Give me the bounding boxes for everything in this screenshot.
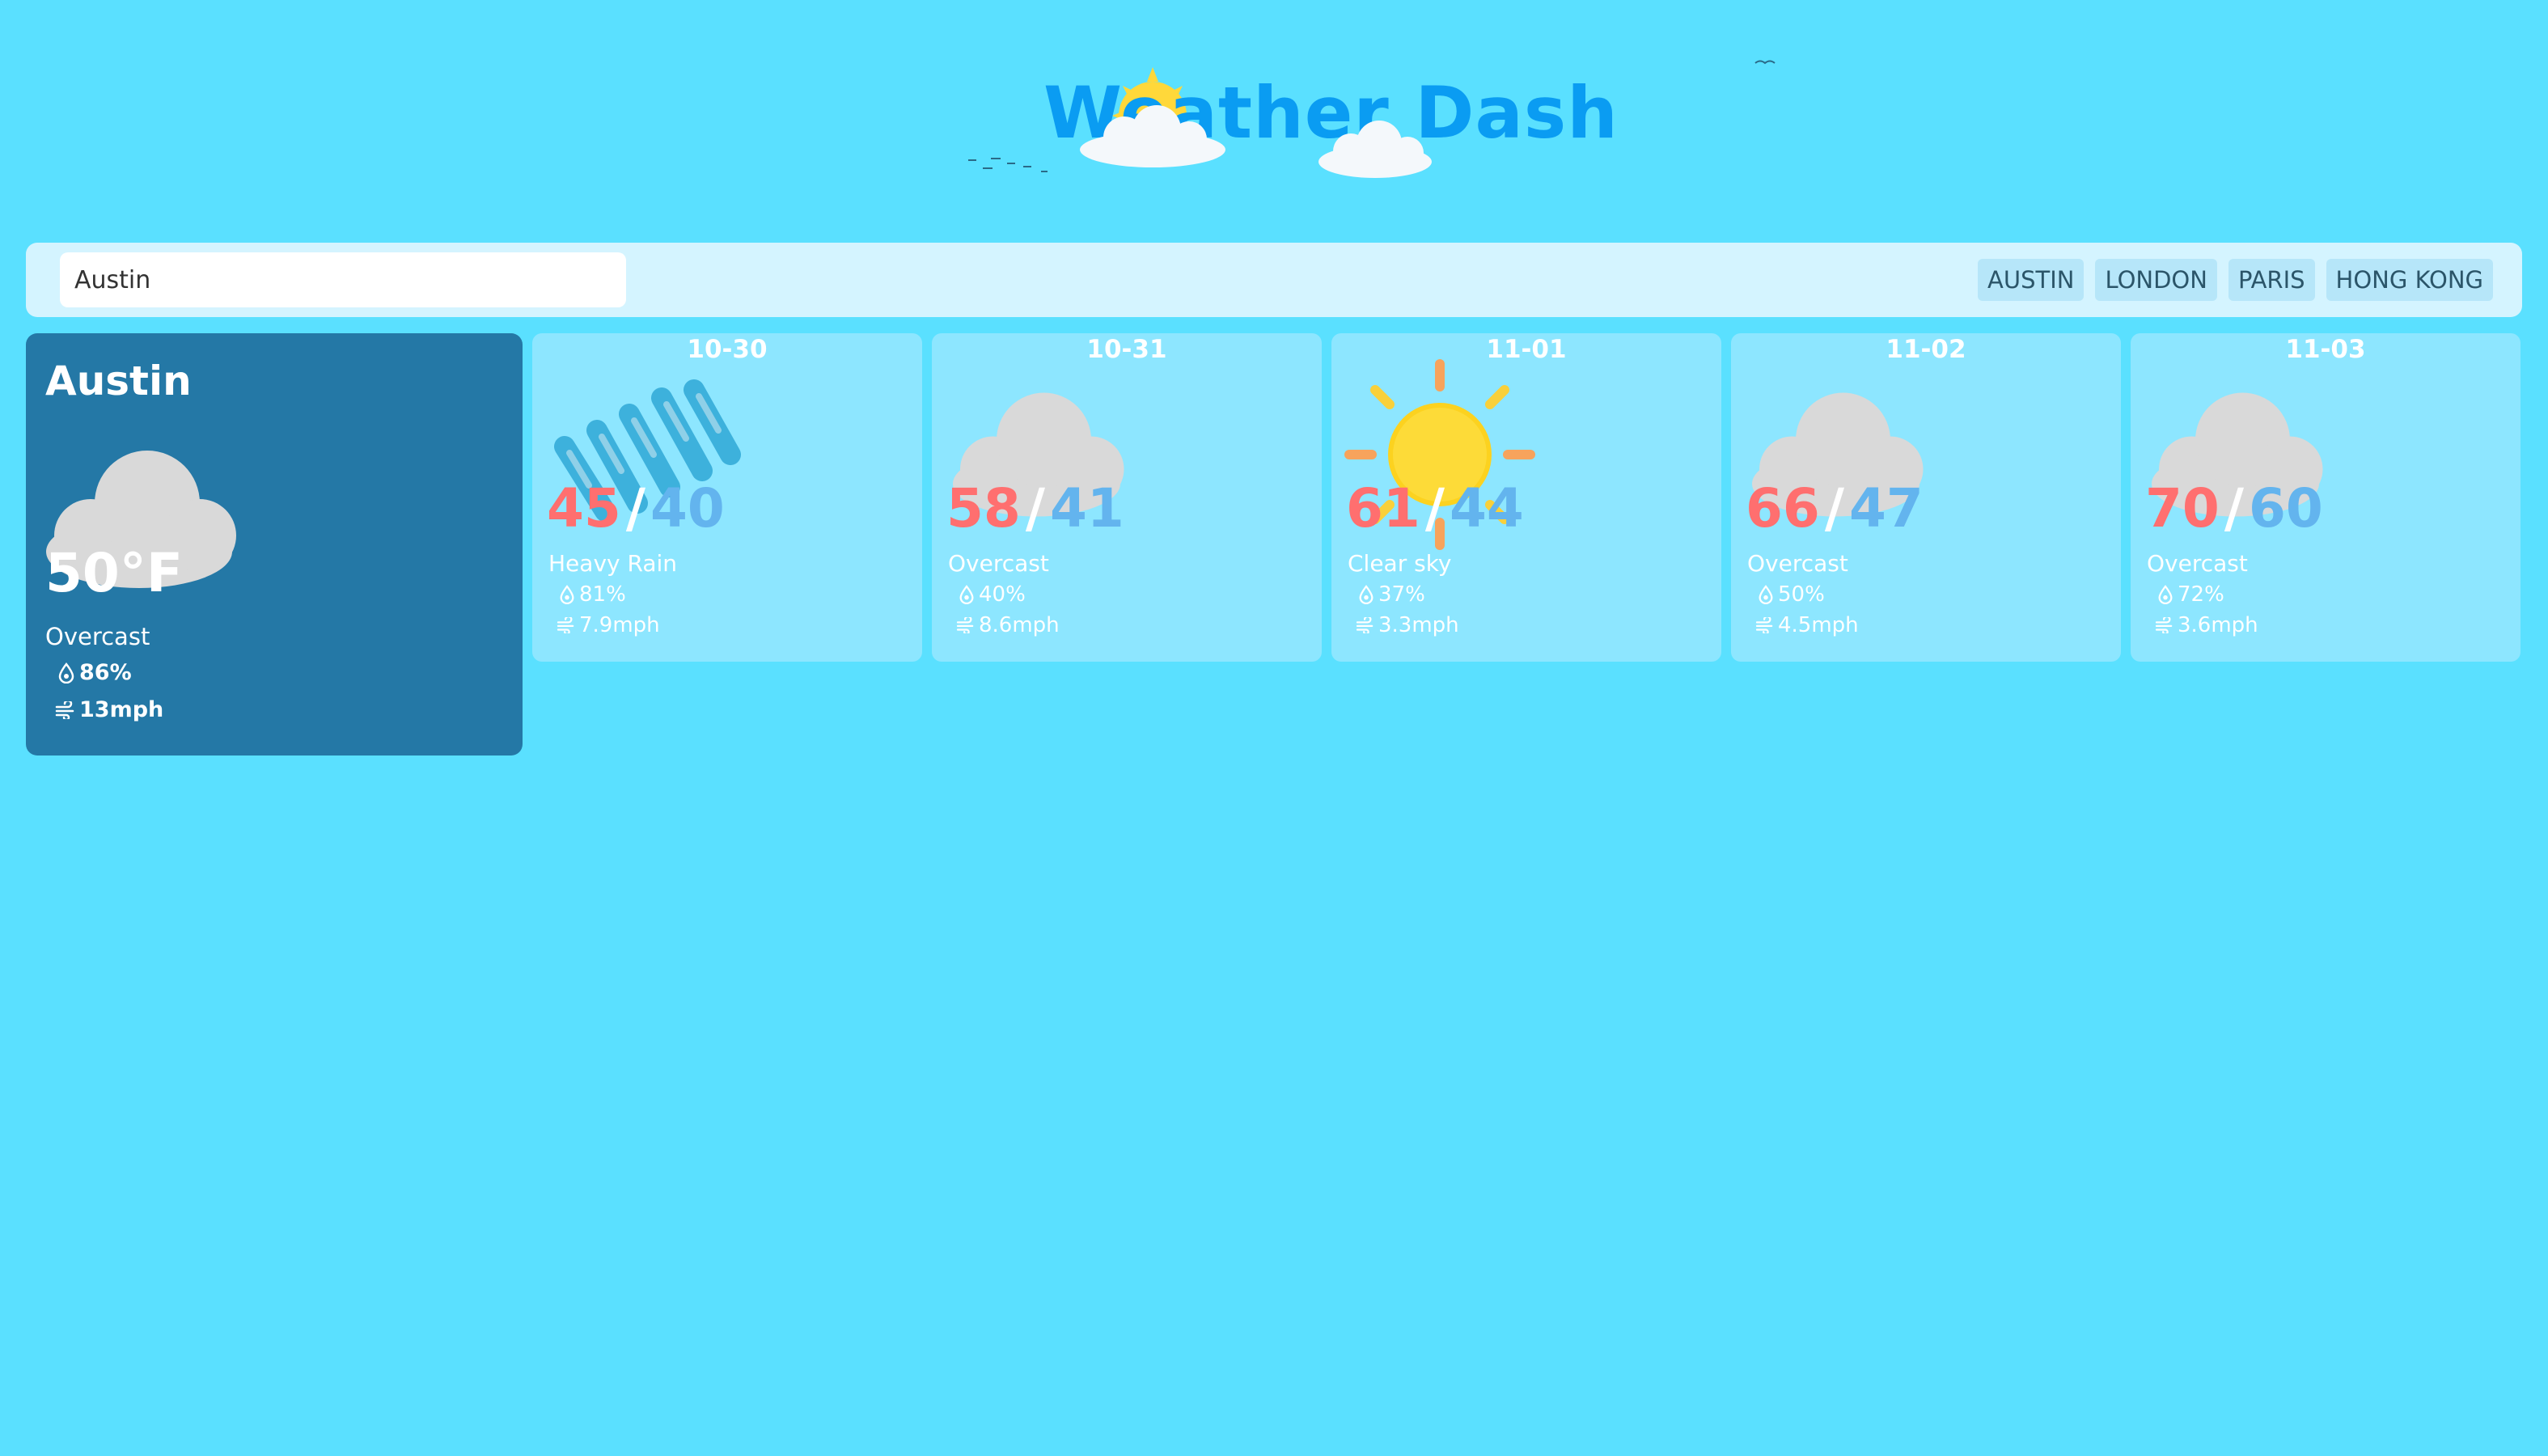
forecast-wind-value: 4.5mph [1778,613,1859,637]
current-wind: 13mph [55,697,163,722]
forecast-humidity-value: 50% [1778,582,1825,607]
current-city-name: Austin [45,358,192,404]
current-temperature: 50°F [45,542,183,604]
forecast-temperatures: 58/41 [946,477,1124,540]
forecast-temperatures: 45/40 [547,477,725,540]
current-weather-card: Austin 50°F Overcast 86% 13mph [26,333,523,756]
forecast-temperatures: 66/47 [1746,477,1924,540]
forecast-date: 10-30 [687,335,768,364]
forecast-humidity-value: 81% [579,582,626,607]
forecast-wind: 3.3mph [1356,613,1459,637]
forecast-humidity: 37% [1357,582,1425,607]
wind-icon [1356,617,1373,633]
forecast-low-temp: 47 [1848,477,1924,540]
forecast-humidity: 81% [558,582,626,607]
forecast-low-temp: 60 [2248,477,2323,540]
forecast-wind-value: 7.9mph [579,613,660,637]
forecast-high-temp: 70 [2145,477,2220,540]
forecast-wind: 4.5mph [1755,613,1859,637]
forecast-low-temp: 40 [650,477,725,540]
forecast-card: 10-30 45/40 Heavy Rain 81% 7.9mph [532,333,922,662]
city-button-austin[interactable]: AUSTIN [1978,259,2085,301]
forecast-high-temp: 45 [547,477,621,540]
forecast-wind: 7.9mph [557,613,660,637]
forecast-condition: Overcast [2147,550,2248,577]
humidity-icon [2158,585,2173,604]
humidity-icon [959,585,974,604]
logo-birds-icon [968,158,1048,172]
humidity-icon [560,585,574,604]
forecast-low-temp: 44 [1449,477,1524,540]
forecast-temperatures: 61/44 [1346,477,1524,540]
forecast-date: 11-02 [1886,335,1966,364]
forecast-date: 10-31 [1086,335,1167,364]
forecast-date: 11-03 [2285,335,2366,364]
forecast-humidity: 72% [2156,582,2224,607]
forecast-condition: Heavy Rain [548,550,678,577]
wind-icon [1755,617,1773,633]
forecast-condition: Clear sky [1348,550,1452,577]
logo-cloud-icon [1318,121,1432,178]
wind-icon [55,700,74,719]
city-quick-select: AUSTIN LONDON PARIS HONG KONG [1978,259,2493,301]
humidity-icon [1759,585,1773,604]
forecast-humidity: 50% [1757,582,1825,607]
wind-icon [557,617,574,633]
forecast-wind: 3.6mph [2155,613,2258,637]
forecast-wind-value: 3.6mph [2178,613,2258,637]
forecast-high-temp: 66 [1746,477,1820,540]
forecast-condition: Overcast [1747,550,1848,577]
current-humidity: 86% [57,660,132,685]
current-wind-value: 13mph [79,697,164,722]
city-button-hong-kong[interactable]: HONG KONG [2326,259,2493,301]
forecast-high-temp: 58 [946,477,1021,540]
logo-bird-icon [1754,60,1776,65]
forecast-temperatures: 70/60 [2145,477,2323,540]
forecast-condition: Overcast [948,550,1049,577]
forecast-card: 11-01 61/44 Clear sky 37% 3.3mph [1331,333,1721,662]
forecast-high-temp: 61 [1346,477,1420,540]
forecast-card: 11-02 66/47 Overcast 50% 4.5mph [1731,333,2121,662]
forecast-card: 11-03 70/60 Overcast 72% 3.6mph [2131,333,2520,662]
humidity-icon [58,662,74,684]
humidity-icon [1359,585,1373,604]
forecast-low-temp: 41 [1049,477,1124,540]
forecast-wind-value: 8.6mph [979,613,1060,637]
forecast-humidity: 40% [958,582,1026,607]
header: Weather Dash [0,0,2548,218]
wind-icon [956,617,974,633]
logo-cloud-icon [1080,105,1225,167]
wind-icon [2155,617,2173,633]
forecast-humidity-value: 37% [1378,582,1425,607]
forecast-humidity-value: 72% [2178,582,2224,607]
city-search-input[interactable] [60,252,626,307]
forecast-humidity-value: 40% [979,582,1026,607]
city-button-london[interactable]: LONDON [2095,259,2217,301]
forecast-card: 10-31 58/41 Overcast 40% 8.6mph [932,333,1322,662]
city-button-paris[interactable]: PARIS [2228,259,2315,301]
search-bar: AUSTIN LONDON PARIS HONG KONG [26,243,2522,317]
forecast-wind-value: 3.3mph [1378,613,1459,637]
current-condition: Overcast [45,623,150,650]
forecast-wind: 8.6mph [956,613,1060,637]
current-humidity-value: 86% [79,660,132,685]
